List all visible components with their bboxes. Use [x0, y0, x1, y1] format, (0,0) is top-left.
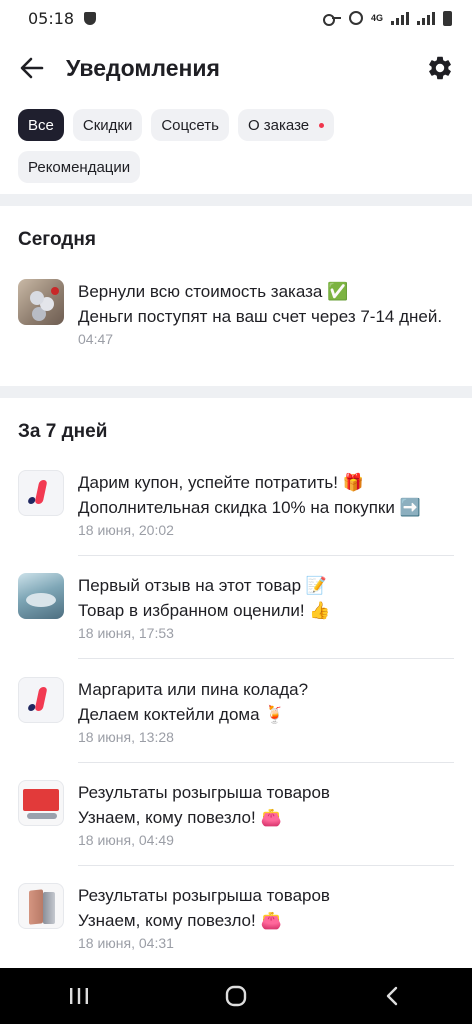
chip-label: Рекомендации	[28, 158, 131, 176]
nav-back-button[interactable]	[373, 976, 413, 1016]
notification-time: 18 июня, 20:02	[78, 522, 174, 538]
product-thumbnail	[18, 279, 64, 325]
notification-item[interactable]: Результаты розыгрыша товаров Узнаем, ком…	[0, 883, 472, 951]
notification-text: Товар в избранном оценили! 👍	[78, 601, 331, 620]
product-thumbnail	[18, 883, 64, 929]
chip-label: О заказе	[247, 116, 310, 134]
section-title-today: Сегодня	[18, 229, 96, 250]
arrow-left-icon	[20, 57, 44, 79]
notification-text: Делаем коктейли дома 🍹	[78, 705, 286, 724]
brand-logo-thumbnail	[18, 677, 64, 723]
notification-item[interactable]: Дарим купон, успейте потратить! 🎁 Дополн…	[0, 470, 472, 538]
filter-chip-recommendations[interactable]: Рекомендации	[18, 151, 141, 183]
gear-icon	[429, 56, 451, 80]
recents-icon	[69, 988, 88, 1004]
filter-chips: Все Скидки Соцсеть О заказе Рекомендации	[18, 109, 458, 183]
product-thumbnail	[18, 780, 64, 826]
alarm-icon	[348, 11, 363, 25]
chip-label: Соцсеть	[161, 116, 219, 134]
notification-time: 18 июня, 13:28	[78, 729, 174, 745]
filter-chip-discounts[interactable]: Скидки	[72, 109, 143, 141]
notification-title: Вернули всю стоимость заказа ✅	[78, 282, 349, 301]
home-icon	[225, 985, 247, 1007]
notification-title: Результаты розыгрыша товаров	[78, 783, 330, 802]
notification-time: 18 июня, 17:53	[78, 625, 174, 641]
notification-title: Результаты розыгрыша товаров	[78, 886, 330, 905]
unread-dot	[319, 122, 325, 128]
notification-title: Первый отзыв на этот товар 📝	[78, 576, 327, 595]
notification-item[interactable]: Результаты розыгрыша товаров Узнаем, ком…	[0, 780, 472, 848]
row-separator	[78, 555, 454, 556]
status-time: 05:18	[28, 8, 75, 28]
filter-chip-social[interactable]: Соцсеть	[151, 109, 229, 141]
section-divider	[0, 386, 472, 398]
section-divider	[0, 194, 472, 206]
row-separator	[78, 865, 454, 866]
filter-chip-all[interactable]: Все	[18, 109, 64, 141]
signal-icon	[391, 11, 409, 25]
notification-item[interactable]: Вернули всю стоимость заказа ✅ Деньги по…	[0, 279, 472, 347]
signal-icon-2	[417, 11, 435, 25]
key-icon	[322, 13, 341, 26]
notification-item[interactable]: Маргарита или пина колада? Делаем коктей…	[0, 677, 472, 745]
page-title: Уведомления	[66, 54, 220, 81]
notification-time: 18 июня, 04:31	[78, 935, 174, 951]
chevron-left-icon	[387, 986, 398, 1006]
row-separator	[78, 762, 454, 763]
row-separator	[78, 658, 454, 659]
notification-item[interactable]: Первый отзыв на этот товар 📝 Товар в изб…	[0, 573, 472, 641]
section-title-week: За 7 дней	[18, 421, 108, 442]
status-icons: 4G	[322, 10, 452, 26]
notification-time: 04:47	[78, 331, 114, 347]
settings-button[interactable]	[426, 54, 454, 82]
nav-recents-button[interactable]	[59, 976, 99, 1016]
notification-time: 18 июня, 04:49	[78, 832, 174, 848]
product-thumbnail	[18, 573, 64, 619]
battery-icon	[443, 10, 452, 26]
back-button[interactable]	[18, 54, 46, 82]
brand-logo-thumbnail	[18, 470, 64, 516]
chip-label: Скидки	[82, 116, 133, 134]
status-bar: 05:18 4G	[0, 0, 472, 36]
notification-title: Дарим купон, успейте потратить! 🎁	[78, 473, 364, 492]
notification-text: Дополнительная скидка 10% на покупки ➡️	[78, 498, 421, 517]
system-nav-bar	[0, 968, 472, 1024]
network-type: 4G	[370, 12, 383, 23]
chip-label: Все	[28, 116, 54, 134]
filter-chip-order[interactable]: О заказе	[237, 109, 335, 141]
app-header: Уведомления	[0, 40, 472, 96]
nav-home-button[interactable]	[216, 976, 256, 1016]
shield-icon	[84, 11, 97, 25]
notification-text: Узнаем, кому повезло! 👛	[78, 808, 282, 827]
notification-title: Маргарита или пина колада?	[78, 680, 309, 699]
notification-text: Деньги поступят на ваш счет через 7-14 д…	[78, 307, 443, 326]
notification-text: Узнаем, кому повезло! 👛	[78, 911, 282, 930]
